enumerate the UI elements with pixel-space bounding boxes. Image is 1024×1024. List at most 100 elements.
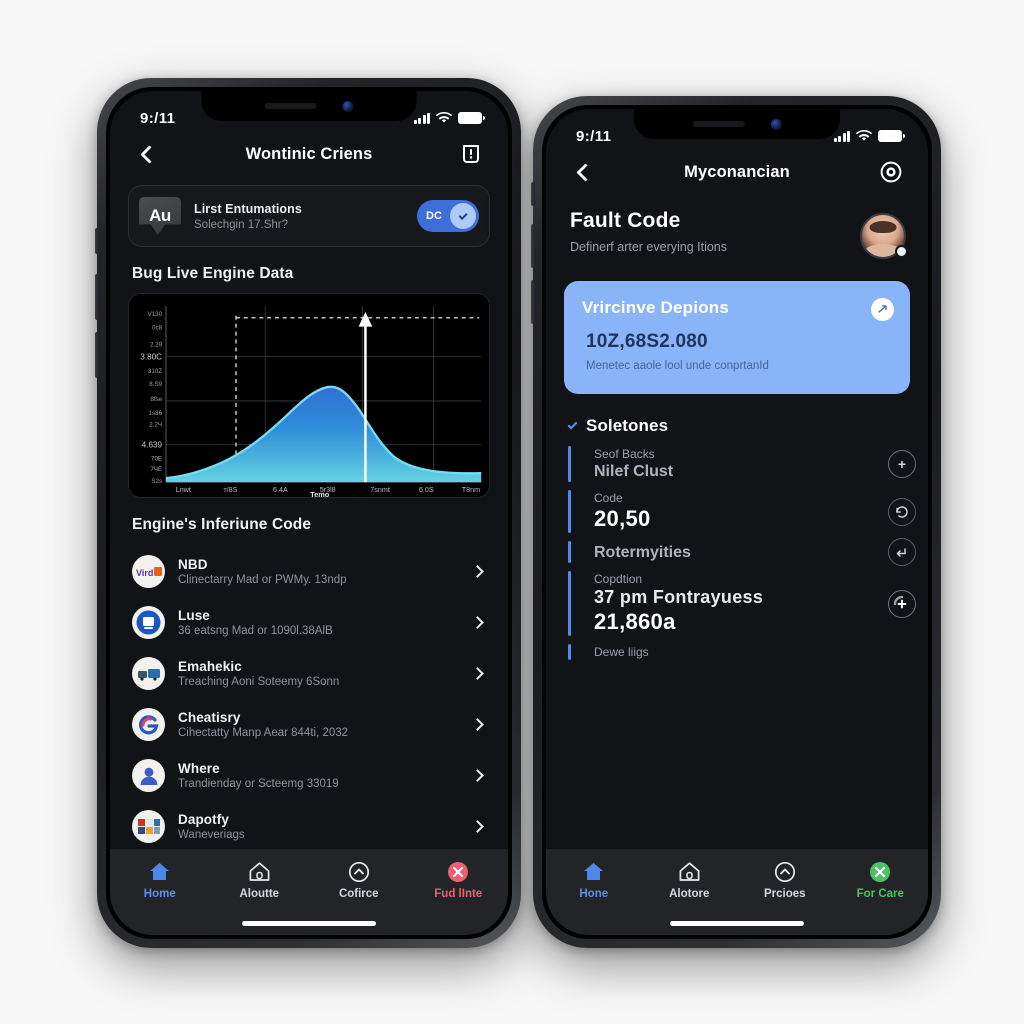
left-phone-device: 9:/11 Wontinic Criens Au Lirst Entumatio… (95, 78, 521, 948)
banner-card[interactable]: Au Lirst Entumations Solechgin 17.Shr? D… (128, 185, 490, 247)
right-phone-device: 9:/11 Myconancian Fault Code Definerf ar… (531, 96, 941, 948)
back-button[interactable] (132, 139, 162, 169)
list-item[interactable]: Emahekic Treaching Aoni Soteemy 6Sonn (110, 648, 508, 699)
tab-home[interactable]: Home (121, 860, 199, 900)
check-icon (458, 210, 468, 220)
tab-cofirce[interactable]: Cofirce (320, 860, 398, 900)
tab-for-care[interactable]: For Care (841, 860, 919, 900)
tab-alotore[interactable]: Alotore (650, 860, 728, 900)
tab-aloutte[interactable]: Aloutte (220, 860, 298, 900)
home-indicator[interactable] (242, 921, 376, 926)
metric-row[interactable]: Code 20,50 (568, 486, 928, 537)
list-item[interactable]: Cheatisry Cihectatty Manp Aear 844ti, 20… (110, 699, 508, 750)
home-indicator[interactable] (670, 921, 804, 926)
svg-text:7snmt: 7snmt (370, 485, 390, 494)
toggle-knob (450, 203, 476, 229)
list-item[interactable]: Dapotfy Waneveriags (110, 801, 508, 852)
wordmark-avatar-icon: Vird (132, 555, 165, 588)
group-header[interactable]: Soletones (546, 394, 928, 442)
undo-circle-icon[interactable] (888, 497, 916, 526)
brand-logo-text: Au (149, 206, 171, 225)
enter-circle-icon[interactable] (888, 538, 916, 567)
status-indicators (834, 130, 905, 142)
avatar-status-dot-icon (895, 245, 908, 258)
volume-up-button[interactable] (531, 224, 535, 268)
svg-text:7ЧE: 7ЧE (150, 466, 162, 473)
svg-text:3.80C: 3.80C (140, 352, 162, 361)
tab-label: Alotore (669, 888, 710, 900)
swirl-g-avatar-icon (132, 708, 165, 741)
svg-text:0c8: 0c8 (152, 325, 163, 332)
list-item[interactable]: Where Trandienday or Scteemg 33019 (110, 750, 508, 801)
left-phone-screen: 9:/11 Wontinic Criens Au Lirst Entumatio… (110, 91, 508, 935)
svg-text:S2s: S2s (151, 478, 162, 485)
volume-up-button[interactable] (95, 274, 99, 320)
header-subtitle: Definerf arter everying Itions (570, 240, 728, 254)
chevron-right-icon (471, 667, 484, 680)
metric-label: Nilef Clust (594, 463, 674, 481)
mute-switch[interactable] (95, 228, 99, 254)
list-item[interactable]: Vird NBD Clinectarry Mad or PWMy. 13ndp (110, 546, 508, 597)
live-engine-chart[interactable]: V130 0c8 2.29 3.80C 310Z 8.S9 8fse 1s86 … (128, 293, 490, 498)
document-alert-icon (462, 145, 479, 163)
tab-prcioes[interactable]: Prcioes (746, 860, 824, 900)
svg-text:2.2Ч: 2.2Ч (149, 422, 162, 429)
right-phone-screen: 9:/11 Myconancian Fault Code Definerf ar… (546, 109, 928, 935)
target-button[interactable] (876, 157, 906, 187)
chevron-left-icon (140, 144, 159, 164)
tab-home[interactable]: Hone (555, 860, 633, 900)
svg-text:6.4A: 6.4A (273, 485, 288, 494)
tab-label: Cofirce (338, 888, 379, 900)
status-indicators (414, 112, 485, 124)
right-nav-bar: Myconancian (546, 153, 928, 201)
svg-text:т/8S: т/8S (223, 485, 237, 494)
metric-caption: Seof Backs (594, 447, 655, 462)
list-item-subtitle: Cihectatty Manp Aear 844ti, 2032 (178, 727, 349, 739)
volume-down-button[interactable] (95, 332, 99, 378)
plus-circle-icon[interactable]: + (888, 450, 916, 479)
blue-badge-avatar-icon (132, 606, 165, 639)
list-item[interactable]: Luse 36 eatsng Mad or 1090l.38AlB (110, 597, 508, 648)
status-time: 9:/11 (140, 109, 176, 127)
document-alert-button[interactable] (456, 139, 486, 169)
back-button[interactable] (568, 157, 598, 187)
share-icon[interactable] (871, 298, 894, 321)
person-avatar-icon (132, 759, 165, 792)
svg-text:T8nm: T8nm (462, 485, 480, 494)
house-outline-icon (248, 860, 271, 883)
left-phone-bezel: 9:/11 Wontinic Criens Au Lirst Entumatio… (106, 87, 512, 939)
volume-down-button[interactable] (531, 280, 535, 324)
dc-toggle-switch[interactable]: DC (417, 200, 479, 232)
grid-avatar-icon (132, 810, 165, 843)
left-status-bar: 9:/11 (110, 91, 508, 135)
tab-label: For Care (856, 888, 904, 900)
chevron-right-icon (471, 565, 484, 578)
card-title: Vrircinve Depions (582, 298, 730, 317)
metric-row[interactable]: Copdtion 37 pm Fontrayuess 21,860a (568, 567, 928, 640)
home-icon (148, 860, 171, 883)
mute-switch[interactable] (531, 182, 535, 206)
chevron-right-icon (471, 718, 484, 731)
metric-row[interactable]: Seof Backs Nilef Clust + (568, 442, 928, 486)
banner-subtitle: Solechgin 17.Shr? (194, 218, 288, 231)
chart-canvas: V130 0c8 2.29 3.80C 310Z 8.S9 8fse 1s86 … (129, 294, 489, 497)
add-refresh-icon[interactable] (888, 589, 916, 618)
circle-arrow-icon (348, 860, 370, 883)
list-item-subtitle: Waneveriags (178, 829, 245, 841)
svg-text:1s86: 1s86 (149, 410, 163, 417)
svg-text:70E: 70E (151, 455, 162, 462)
banner-title: Lirst Entumations (194, 201, 302, 216)
fault-code-card[interactable]: Vrircinve Depions 10Z,68S2.080 Menetec a… (564, 281, 910, 395)
header-title: Fault Code (570, 209, 681, 232)
chevron-right-icon (471, 616, 484, 629)
right-phone-bezel: 9:/11 Myconancian Fault Code Definerf ar… (542, 105, 932, 939)
svg-text:6.0S: 6.0S (419, 485, 434, 494)
chevron-right-icon (471, 820, 484, 833)
profile-avatar-button[interactable] (860, 213, 908, 259)
svg-text:8.S9: 8.S9 (149, 381, 162, 388)
metric-row[interactable]: Rotermyities (568, 537, 928, 567)
metric-row[interactable]: Dewe liigs (568, 640, 928, 664)
status-time: 9:/11 (576, 127, 612, 145)
tab-fuel-lite[interactable]: Fud lInte (419, 860, 497, 900)
metric-value: 21,860a (594, 609, 676, 635)
